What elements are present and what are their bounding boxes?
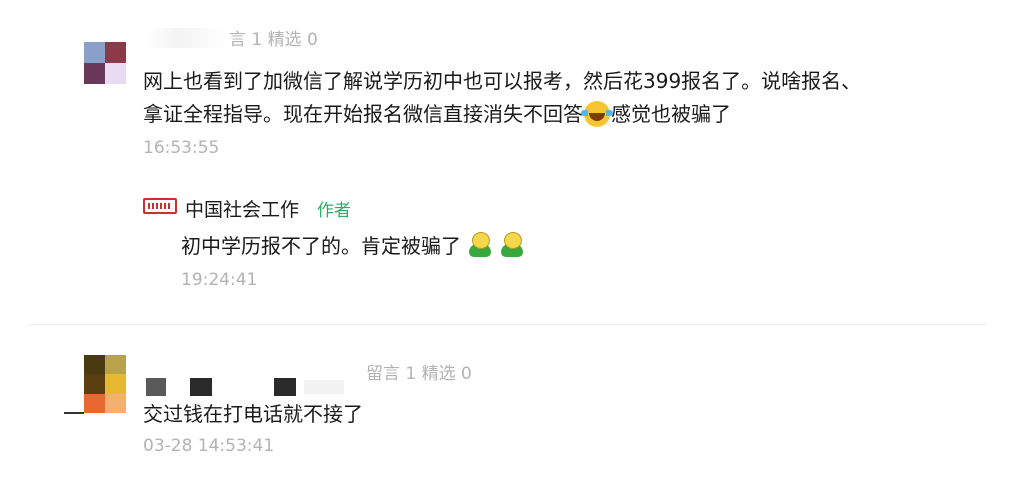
comment-text-part2: 感觉也被骗了: [611, 102, 731, 126]
author-reply-header: 中国社会工作 作者: [143, 195, 351, 222]
comment-divider: [28, 324, 986, 325]
author-reply-content: 初中学历报不了的。肯定被骗了: [181, 234, 461, 258]
laugh-cry-emoji-icon: [581, 101, 613, 127]
author-name[interactable]: 中国社会工作: [185, 199, 299, 221]
commenter-name-redacted: [146, 378, 346, 396]
commenter-name-redacted: [146, 28, 226, 48]
commenter-avatar-1[interactable]: [84, 42, 126, 84]
comment-text-part1: 网上也看到了加微信了解说学历初中也可以报考，然后花399报名了。说啥报名、拿证全…: [143, 69, 862, 126]
green-figure-emoji-icon: [499, 232, 525, 258]
author-logo-icon: [143, 198, 177, 214]
author-reply-text: 初中学历报不了的。肯定被骗了: [181, 230, 525, 263]
avatar-underline: [64, 412, 84, 414]
author-reply-timestamp: 19:24:41: [181, 270, 258, 290]
comment-stats: 留言 1 精选 0: [366, 364, 472, 384]
green-figure-emoji-icon: [467, 232, 493, 258]
comment-text: 交过钱在打电话就不接了: [143, 402, 363, 426]
commenter-avatar-2[interactable]: [84, 355, 126, 413]
comment-stats: 言 1 精选 0: [229, 30, 318, 50]
author-tag-badge: 作者: [317, 201, 352, 221]
comment-text: 网上也看到了加微信了解说学历初中也可以报考，然后花399报名了。说啥报名、拿证全…: [143, 65, 863, 131]
comment-timestamp: 16:53:55: [143, 138, 220, 158]
comment-timestamp: 03-28 14:53:41: [143, 436, 275, 456]
